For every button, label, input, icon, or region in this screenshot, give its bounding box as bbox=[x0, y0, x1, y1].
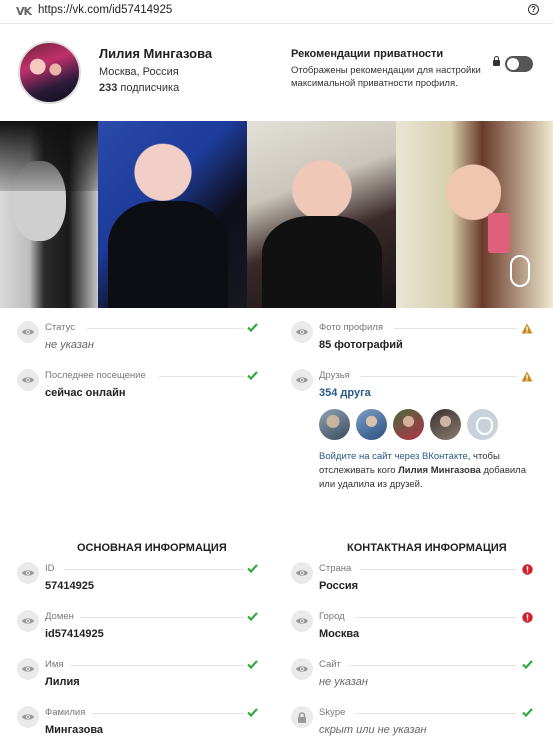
warning-icon bbox=[521, 323, 533, 337]
profile-name: Лилия Мингазова bbox=[99, 46, 213, 61]
field-label: Город bbox=[319, 611, 345, 622]
field-divider bbox=[159, 376, 244, 377]
check-icon bbox=[247, 564, 258, 576]
field-value: не указан bbox=[319, 676, 368, 688]
profile-header: Лилия Мингазова Москва, Россия 233 подпи… bbox=[0, 25, 553, 121]
check-icon bbox=[247, 708, 258, 720]
field-label: Страна bbox=[319, 563, 352, 574]
vk-login-link[interactable]: Войдите на сайт через ВКонтакте bbox=[319, 451, 468, 462]
field-label: Имя bbox=[45, 659, 64, 670]
field-divider bbox=[349, 665, 516, 666]
check-icon bbox=[247, 612, 258, 624]
field-value[interactable]: 354 друга bbox=[319, 387, 371, 399]
eye-icon[interactable] bbox=[17, 321, 39, 343]
field-divider bbox=[69, 665, 244, 666]
field-divider bbox=[394, 328, 516, 329]
profile-location: Москва, Россия bbox=[99, 66, 179, 78]
field-divider bbox=[360, 569, 516, 570]
more-friends-icon[interactable] bbox=[467, 409, 498, 440]
eye-icon[interactable] bbox=[17, 562, 39, 584]
field-label: Последнее посещение bbox=[45, 370, 146, 381]
field-divider bbox=[86, 328, 244, 329]
field-label: Фамилия bbox=[45, 707, 86, 718]
eye-icon[interactable] bbox=[291, 321, 313, 343]
field-divider bbox=[92, 713, 244, 714]
subscribers-label: подписчика bbox=[117, 82, 180, 94]
eye-icon[interactable] bbox=[17, 658, 39, 680]
photo-highlight-marker bbox=[510, 255, 530, 287]
field-value: id57414925 bbox=[45, 628, 104, 640]
friends-login-note: Войдите на сайт через ВКонтакте, чтобы о… bbox=[319, 450, 539, 492]
error-icon bbox=[522, 564, 533, 578]
field-label: Друзья bbox=[319, 370, 350, 381]
field-label: Сайт bbox=[319, 659, 341, 670]
avatar[interactable] bbox=[18, 41, 81, 104]
warning-icon bbox=[521, 371, 533, 385]
eye-icon[interactable] bbox=[291, 562, 313, 584]
field-label: Статус bbox=[45, 322, 76, 333]
eye-icon[interactable] bbox=[291, 658, 313, 680]
check-icon bbox=[247, 371, 258, 383]
subscribers-number: 233 bbox=[99, 82, 118, 94]
note-name: Лилия Мингазова bbox=[398, 465, 481, 476]
field-label: Фото профиля bbox=[319, 322, 383, 333]
help-icon[interactable]: ? bbox=[528, 4, 539, 15]
field-divider bbox=[355, 713, 516, 714]
friends-avatars bbox=[319, 409, 498, 440]
friend-avatar[interactable] bbox=[356, 409, 387, 440]
field-value: Россия bbox=[319, 580, 359, 592]
check-icon bbox=[522, 660, 533, 672]
eye-icon[interactable] bbox=[291, 369, 313, 391]
field-label: Домен bbox=[45, 611, 74, 622]
error-icon bbox=[522, 612, 533, 626]
lock-icon[interactable] bbox=[291, 706, 313, 728]
browser-bar: VK https://vk.com/id57414925 ? bbox=[0, 0, 553, 24]
field-value: 57414925 bbox=[45, 580, 94, 592]
eye-icon[interactable] bbox=[17, 706, 39, 728]
profile-photo[interactable] bbox=[247, 121, 396, 308]
field-value: Мингазова bbox=[45, 724, 104, 736]
field-label: ID bbox=[45, 563, 55, 574]
field-value: не указан bbox=[45, 339, 94, 351]
field-value: скрыт или не указан bbox=[319, 724, 427, 736]
address-url[interactable]: https://vk.com/id57414925 bbox=[38, 4, 172, 16]
eye-icon[interactable] bbox=[17, 610, 39, 632]
field-value: сейчас онлайн bbox=[45, 387, 126, 399]
lock-icon bbox=[493, 56, 500, 66]
subscribers-count: 233 подписчика bbox=[99, 82, 179, 94]
check-icon bbox=[247, 323, 258, 335]
vk-logo-icon: VK bbox=[16, 5, 32, 18]
friend-avatar[interactable] bbox=[319, 409, 350, 440]
privacy-description: Отображены рекомендации для настройки ма… bbox=[291, 65, 481, 89]
privacy-toggle[interactable] bbox=[505, 56, 533, 72]
field-divider bbox=[360, 376, 516, 377]
privacy-title: Рекомендации приватности bbox=[291, 48, 444, 60]
check-icon bbox=[522, 708, 533, 720]
field-divider bbox=[64, 569, 244, 570]
check-icon bbox=[247, 660, 258, 672]
field-value: Москва bbox=[319, 628, 360, 640]
field-label: Skype bbox=[319, 707, 346, 718]
photo-strip bbox=[0, 121, 553, 308]
friend-avatar[interactable] bbox=[393, 409, 424, 440]
field-divider bbox=[355, 617, 516, 618]
friend-avatar[interactable] bbox=[430, 409, 461, 440]
eye-icon[interactable] bbox=[17, 369, 39, 391]
field-divider bbox=[81, 617, 244, 618]
profile-photo[interactable] bbox=[0, 121, 98, 308]
field-value: 85 фотографий bbox=[319, 339, 403, 351]
field-value: Лилия bbox=[45, 676, 80, 688]
basic-info-title: ОСНОВНАЯ ИНФОРМАЦИЯ bbox=[77, 542, 227, 554]
contact-info-title: КОНТАКТНАЯ ИНФОРМАЦИЯ bbox=[347, 542, 507, 554]
profile-photo[interactable] bbox=[98, 121, 247, 308]
eye-icon[interactable] bbox=[291, 610, 313, 632]
